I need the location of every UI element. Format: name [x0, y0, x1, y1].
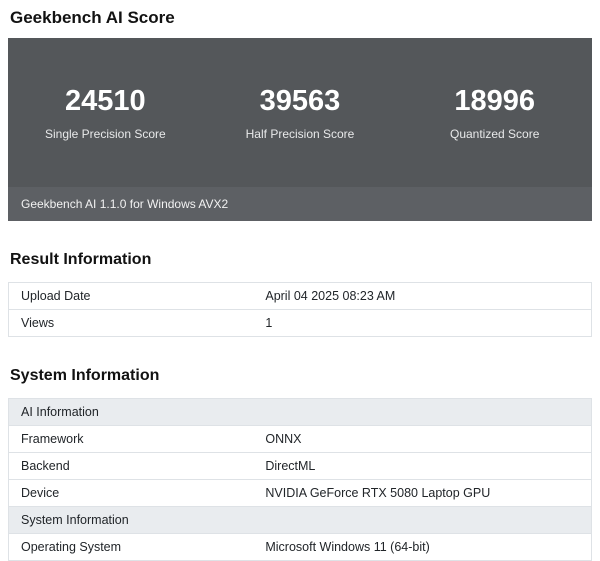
score-label: Half Precision Score [203, 127, 398, 141]
score-item-half-precision: 39563 Half Precision Score [203, 86, 398, 141]
table-row: Backend DirectML [9, 452, 592, 479]
cell-value: DirectML [253, 452, 591, 479]
subheader-row-system-information: System Information [9, 506, 592, 533]
table-row: Views 1 [9, 309, 592, 336]
subheader-label: System Information [9, 506, 592, 533]
cell-label: Views [9, 309, 254, 336]
cell-value: ONNX [253, 425, 591, 452]
subheader-row-ai-information: AI Information [9, 398, 592, 425]
table-row: Framework ONNX [9, 425, 592, 452]
cell-label: Backend [9, 452, 254, 479]
score-row: 24510 Single Precision Score 39563 Half … [8, 38, 592, 187]
section-title-result-information: Result Information [10, 251, 592, 269]
system-information-table: AI Information Framework ONNX Backend Di… [8, 398, 592, 561]
cell-label: Framework [9, 425, 254, 452]
table-row: Device NVIDIA GeForce RTX 5080 Laptop GP… [9, 479, 592, 506]
score-value: 24510 [8, 86, 203, 118]
cell-label: Device [9, 479, 254, 506]
benchmark-version-footer: Geekbench AI 1.1.0 for Windows AVX2 [8, 187, 592, 221]
page-title: Geekbench AI Score [10, 8, 592, 28]
score-label: Single Precision Score [8, 127, 203, 141]
cell-label: Operating System [9, 533, 254, 560]
score-value: 18996 [397, 86, 592, 118]
score-value: 39563 [203, 86, 398, 118]
page: Geekbench AI Score 24510 Single Precisio… [0, 0, 600, 561]
score-item-quantized: 18996 Quantized Score [397, 86, 592, 141]
score-panel: 24510 Single Precision Score 39563 Half … [8, 38, 592, 221]
cell-value: Microsoft Windows 11 (64-bit) [253, 533, 591, 560]
table-row: Upload Date April 04 2025 08:23 AM [9, 282, 592, 309]
result-information-table: Upload Date April 04 2025 08:23 AM Views… [8, 282, 592, 337]
subheader-label: AI Information [9, 398, 592, 425]
score-item-single-precision: 24510 Single Precision Score [8, 86, 203, 141]
cell-value: April 04 2025 08:23 AM [253, 282, 591, 309]
cell-value: NVIDIA GeForce RTX 5080 Laptop GPU [253, 479, 591, 506]
cell-value: 1 [253, 309, 591, 336]
score-label: Quantized Score [397, 127, 592, 141]
section-title-system-information: System Information [10, 367, 592, 385]
table-row: Operating System Microsoft Windows 11 (6… [9, 533, 592, 560]
cell-label: Upload Date [9, 282, 254, 309]
